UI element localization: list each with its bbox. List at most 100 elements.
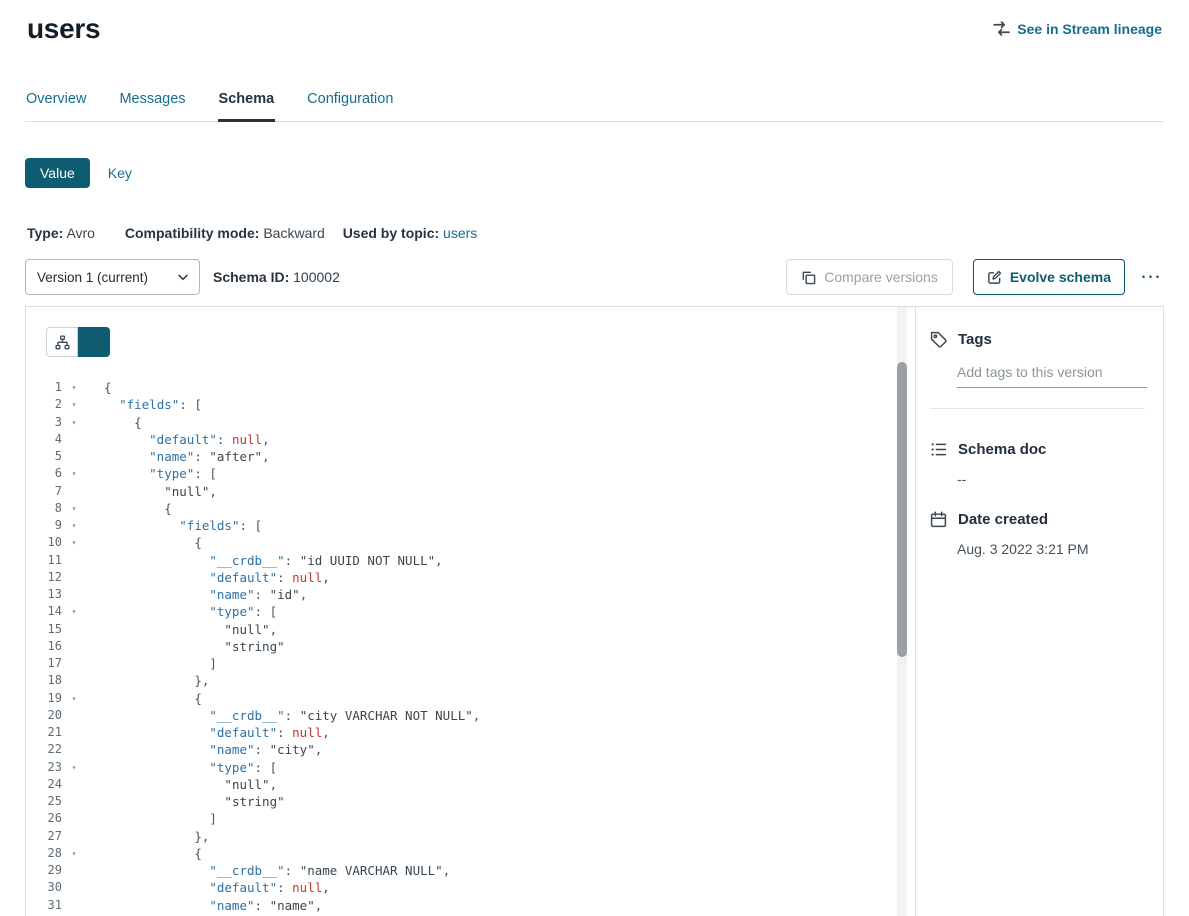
- fold-toggle-icon[interactable]: ▾: [66, 534, 82, 551]
- line-number: 7: [26, 483, 66, 500]
- copy-icon: [801, 270, 816, 285]
- edit-pencil-icon: [987, 270, 1002, 285]
- line-number: 8: [26, 500, 66, 517]
- code-line: 26 ]: [26, 810, 915, 827]
- stream-lineage-icon: [993, 20, 1010, 37]
- code-view-icon: [87, 336, 101, 348]
- line-number: 17: [26, 655, 66, 672]
- code-text: "type": [: [82, 465, 217, 482]
- tab-configuration[interactable]: Configuration: [306, 91, 394, 122]
- code-text: "fields": [: [82, 517, 262, 534]
- fold-spacer: [66, 638, 82, 655]
- fold-toggle-icon[interactable]: ▾: [66, 379, 82, 396]
- line-number: 15: [26, 621, 66, 638]
- fold-toggle-icon[interactable]: ▾: [66, 396, 82, 413]
- code-line: 11 "__crdb__": "id UUID NOT NULL",: [26, 552, 915, 569]
- calendar-icon: [930, 511, 947, 528]
- code-text: },: [82, 828, 209, 845]
- fold-toggle-icon[interactable]: ▾: [66, 759, 82, 776]
- code-text: "__crdb__": "city VARCHAR NOT NULL",: [82, 707, 480, 724]
- code-view-button[interactable]: [78, 327, 110, 357]
- fold-toggle-icon[interactable]: ▾: [66, 603, 82, 620]
- version-select[interactable]: Version 1 (current): [25, 259, 200, 295]
- code-line: 16 "string": [26, 638, 915, 655]
- key-toggle-button[interactable]: Key: [108, 165, 132, 181]
- code-line: 15 "null",: [26, 621, 915, 638]
- line-number: 12: [26, 569, 66, 586]
- fold-spacer: [66, 741, 82, 758]
- code-text: "name": "after",: [82, 448, 270, 465]
- fold-toggle-icon[interactable]: ▾: [66, 517, 82, 534]
- schema-doc-section-header: Schema doc: [930, 441, 1147, 458]
- evolve-schema-button[interactable]: Evolve schema: [973, 259, 1125, 295]
- fold-spacer: [66, 793, 82, 810]
- line-number: 19: [26, 690, 66, 707]
- code-line: 27 },: [26, 828, 915, 845]
- code-text: "fields": [: [82, 396, 202, 413]
- code-text: "string": [82, 638, 285, 655]
- compare-versions-button[interactable]: Compare versions: [786, 259, 953, 295]
- evolve-schema-label: Evolve schema: [1010, 269, 1111, 285]
- tab-overview[interactable]: Overview: [25, 91, 87, 122]
- fold-toggle-icon[interactable]: ▾: [66, 500, 82, 517]
- tab-messages[interactable]: Messages: [118, 91, 186, 122]
- tags-title: Tags: [958, 331, 992, 348]
- code-line: 17 ]: [26, 655, 915, 672]
- compatibility-label: Compatibility mode:: [125, 225, 260, 241]
- code-line: 8▾ {: [26, 500, 915, 517]
- line-number: 30: [26, 879, 66, 896]
- scrollbar[interactable]: [897, 307, 907, 916]
- line-number: 29: [26, 862, 66, 879]
- code-line: 28▾ {: [26, 845, 915, 862]
- fold-toggle-icon[interactable]: ▾: [66, 845, 82, 862]
- code-text: {: [82, 534, 202, 551]
- fold-toggle-icon[interactable]: ▾: [66, 414, 82, 431]
- code-lines: 1▾{2▾ "fields": [3▾ {4 "default": null,5…: [26, 307, 915, 916]
- code-text: "__crdb__": "name VARCHAR NULL",: [82, 862, 450, 879]
- used-by-topic-label: Used by topic:: [343, 225, 439, 241]
- code-line: 10▾ {: [26, 534, 915, 551]
- fold-spacer: [66, 707, 82, 724]
- line-number: 23: [26, 759, 66, 776]
- compare-versions-label: Compare versions: [824, 269, 938, 285]
- tree-view-button[interactable]: [46, 327, 78, 357]
- type-value: Avro: [66, 225, 95, 241]
- tab-schema[interactable]: Schema: [218, 91, 276, 122]
- topic-link[interactable]: users: [443, 225, 477, 241]
- code-line: 30 "default": null,: [26, 879, 915, 896]
- version-select-value: Version 1 (current): [37, 270, 148, 285]
- line-number: 24: [26, 776, 66, 793]
- code-line: 2▾ "fields": [: [26, 396, 915, 413]
- line-number: 26: [26, 810, 66, 827]
- schema-meta: Type: Avro Compatibility mode: Backward …: [27, 225, 1189, 241]
- stream-lineage-link[interactable]: See in Stream lineage: [993, 20, 1162, 37]
- compatibility-value: Backward: [263, 225, 324, 241]
- code-line: 1▾{: [26, 379, 915, 396]
- code-text: "null",: [82, 776, 277, 793]
- date-created-section-header: Date created: [930, 511, 1147, 528]
- type-label: Type:: [27, 225, 63, 241]
- code-text: "name": "id",: [82, 586, 307, 603]
- schema-id: Schema ID: 100002: [213, 269, 340, 285]
- code-line: 7 "null",: [26, 483, 915, 500]
- scrollbar-thumb[interactable]: [897, 362, 907, 657]
- add-tags-input[interactable]: [957, 364, 1147, 388]
- line-number: 5: [26, 448, 66, 465]
- code-line: 20 "__crdb__": "city VARCHAR NOT NULL",: [26, 707, 915, 724]
- schema-doc-value: --: [957, 471, 1147, 487]
- value-toggle-button[interactable]: Value: [25, 158, 90, 188]
- code-line: 22 "name": "city",: [26, 741, 915, 758]
- line-number: 16: [26, 638, 66, 655]
- tree-view-icon: [55, 335, 70, 350]
- fold-toggle-icon[interactable]: ▾: [66, 690, 82, 707]
- fold-spacer: [66, 586, 82, 603]
- line-number: 11: [26, 552, 66, 569]
- more-actions-button[interactable]: ⋯: [1140, 267, 1162, 287]
- line-number: 28: [26, 845, 66, 862]
- fold-spacer: [66, 552, 82, 569]
- code-text: "default": null,: [82, 879, 330, 896]
- code-text: "default": null,: [82, 431, 270, 448]
- fold-toggle-icon[interactable]: ▾: [66, 465, 82, 482]
- code-text: ]: [82, 810, 217, 827]
- code-text: "name": "name",: [82, 897, 322, 914]
